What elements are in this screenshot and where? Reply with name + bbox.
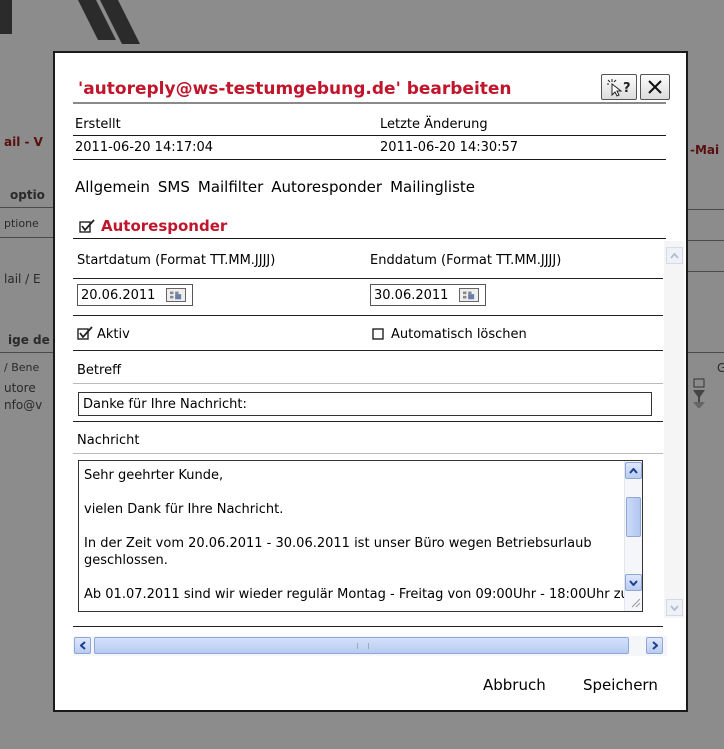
textarea-scrollbar[interactable] [624, 461, 642, 611]
background-divider [0, 207, 53, 208]
autoresponder-section-header: Autoresponder [79, 217, 227, 235]
scroll-down-icon [670, 604, 679, 611]
dialog-title: 'autoreply@ws-testumgebung.de' bearbeite… [78, 79, 512, 99]
pane-scroll-down-button[interactable] [666, 599, 683, 616]
message-label: Nachricht [77, 433, 140, 448]
message-textarea[interactable]: Sehr geehrter Kunde, vielen Dank für Ihr… [78, 460, 643, 612]
background-divider [688, 240, 724, 241]
calendar-icon[interactable] [459, 288, 479, 302]
scroll-down-icon [629, 579, 638, 586]
row-divider [73, 315, 663, 316]
close-button[interactable] [640, 74, 670, 100]
scroll-left-icon [79, 641, 86, 650]
edit-dialog: 'autoreply@ws-testumgebung.de' bearbeite… [53, 51, 688, 712]
checkbox-checked-icon[interactable] [79, 219, 95, 233]
pane-scroll-up-button[interactable] [666, 247, 683, 264]
active-label: Aktiv [97, 327, 130, 342]
help-button[interactable]: ? [601, 74, 637, 100]
message-line: vielen Dank für Ihre Nachricht. [84, 502, 284, 517]
background-label: ige de [8, 333, 50, 347]
scroll-up-button[interactable] [625, 462, 642, 479]
background-text: lail / E [4, 272, 41, 286]
autodelete-label: Automatisch löschen [391, 327, 527, 342]
meta-divider [73, 159, 666, 160]
tab-mailfilter[interactable]: Mailfilter [198, 178, 263, 196]
message-line: In der Zeit vom 20.06.2011 - 30.06.2011 … [84, 536, 592, 568]
background-heading: ail - V [4, 135, 43, 149]
scroll-down-button[interactable] [625, 574, 642, 591]
background-divider [0, 237, 53, 238]
section-divider [73, 238, 666, 239]
background-text: ptione [4, 217, 39, 230]
subject-input[interactable] [78, 392, 652, 416]
tab-autoresponder[interactable]: Autoresponder [271, 178, 382, 196]
title-divider [73, 102, 666, 104]
form-scroll-pane[interactable]: Startdatum (Format TT.MM.JJJJ) Enddatum … [73, 241, 684, 636]
subject-label: Betreff [77, 363, 122, 378]
background-divider [688, 271, 724, 272]
row-divider [73, 278, 663, 279]
background-divider [688, 209, 724, 210]
background-text: utore [4, 381, 36, 395]
row-divider [73, 421, 663, 422]
scroll-right-icon [651, 641, 658, 650]
meta-divider [73, 135, 666, 136]
background-text: G [717, 361, 724, 375]
modified-label: Letzte Änderung [380, 117, 488, 132]
scroll-right-button[interactable] [646, 637, 663, 654]
background-divider [688, 352, 724, 353]
tab-sms[interactable]: SMS [158, 178, 190, 196]
help-cursor-icon: ? [607, 79, 631, 97]
close-icon [648, 80, 662, 94]
modified-value: 2011-06-20 14:30:57 [380, 140, 519, 155]
section-title: Autoresponder [101, 217, 228, 235]
background-text: / Bene [4, 361, 40, 374]
row-divider [73, 383, 663, 384]
message-line: Sehr geehrter Kunde, [84, 468, 224, 483]
created-label: Erstellt [75, 117, 121, 132]
background-logo [0, 0, 140, 44]
tab-allgemein[interactable]: Allgemein [75, 178, 150, 196]
tab-bar: Allgemein SMS Mailfilter Autoresponder M… [75, 178, 475, 196]
background-divider [0, 352, 53, 353]
horizontal-scroll-thumb[interactable] [94, 637, 629, 654]
checkbox-checked-icon[interactable] [77, 326, 93, 340]
scroll-up-icon [629, 467, 638, 474]
checkbox-unchecked-icon[interactable] [372, 328, 384, 340]
svg-text:?: ? [623, 81, 631, 96]
cancel-button[interactable]: Abbruch [483, 676, 546, 694]
scroll-thumb[interactable] [626, 497, 641, 537]
save-button[interactable]: Speichern [583, 676, 658, 694]
filter-icon [693, 378, 705, 408]
created-value: 2011-06-20 14:17:04 [75, 140, 214, 155]
horizontal-scrollbar[interactable] [73, 636, 667, 656]
row-divider [73, 453, 663, 454]
end-date-label: Enddatum (Format TT.MM.JJJJ) [370, 253, 562, 268]
scroll-up-icon [670, 252, 679, 259]
scroll-left-button[interactable] [74, 637, 91, 654]
message-line: Ab 01.07.2011 sind wir wieder regulär Mo… [84, 587, 629, 602]
resize-grip-icon[interactable] [630, 597, 641, 608]
background-heading-right: -Mai [690, 143, 720, 157]
row-divider [73, 626, 663, 627]
tab-mailingliste[interactable]: Mailingliste [390, 178, 475, 196]
background-label: optio [10, 188, 45, 202]
calendar-icon[interactable] [166, 288, 186, 302]
row-divider [73, 350, 663, 351]
start-date-label: Startdatum (Format TT.MM.JJJJ) [77, 253, 276, 268]
pane-scrollbar[interactable] [664, 241, 684, 618]
background-text: nfo@v [4, 398, 43, 412]
